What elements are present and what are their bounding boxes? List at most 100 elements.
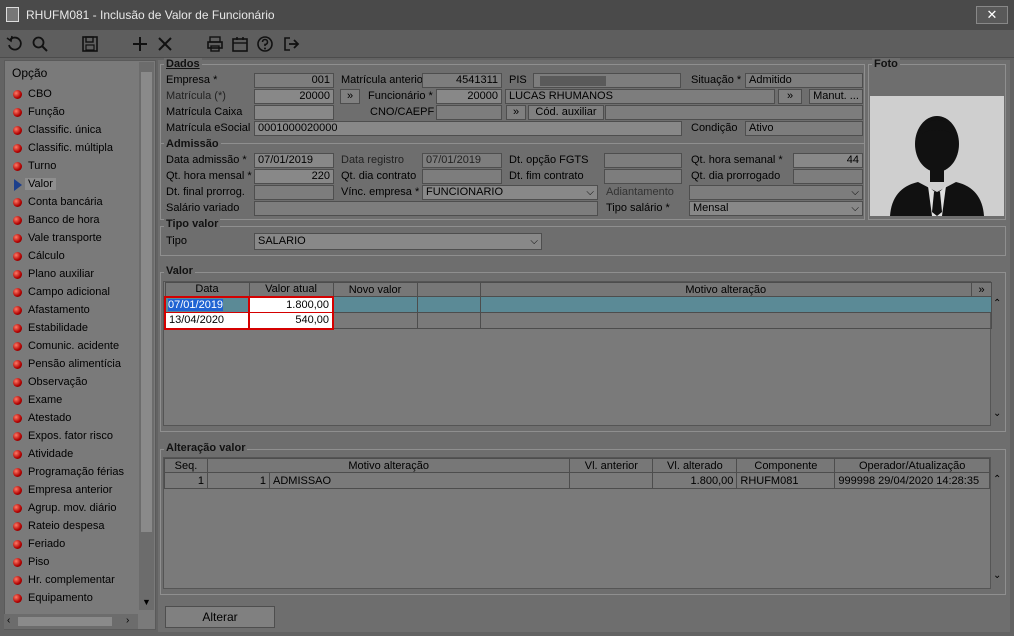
funcionario-name-field[interactable]: LUCAS RHUMANOS: [505, 89, 775, 104]
scroll-up-icon[interactable]: ⌃: [993, 298, 1001, 309]
col-vl-anterior[interactable]: Vl. anterior: [569, 458, 654, 473]
search-icon[interactable]: [30, 34, 50, 54]
sidebar-item-label: Pensão alimentícia: [28, 358, 121, 370]
scroll-right-icon[interactable]: ›: [126, 615, 129, 626]
cno-lookup-button[interactable]: »: [506, 105, 526, 120]
chevron-down-icon[interactable]: ⌵: [851, 202, 859, 215]
scroll-left-icon[interactable]: ‹: [7, 615, 10, 626]
cell-novo-valor[interactable]: [332, 296, 418, 313]
cell-data[interactable]: 13/04/2020: [164, 312, 250, 330]
cell-motivo[interactable]: ADMISSAO: [268, 472, 571, 489]
valor-grid-scrollbar[interactable]: ⌃ ⌄: [991, 296, 1005, 426]
cell-novo-valor[interactable]: [332, 312, 418, 329]
manut-button[interactable]: Manut. ...: [809, 89, 863, 104]
pis-field[interactable]: [533, 73, 681, 88]
situacao-field[interactable]: Admitido: [745, 73, 863, 88]
matricula-lookup-button[interactable]: »: [340, 89, 360, 104]
tipo-value: SALARIO: [258, 235, 306, 247]
cod-auxiliar-field[interactable]: [605, 105, 863, 120]
adiantamento-label: Adiantamento: [606, 186, 674, 198]
dt-opcao-fgts-field[interactable]: [604, 153, 682, 168]
toolbar: [0, 30, 1014, 58]
tipo-select[interactable]: SALARIO ⌵: [254, 233, 542, 250]
alteracao-grid-scrollbar[interactable]: ⌃ ⌄: [991, 472, 1005, 590]
cancel-icon[interactable]: [155, 34, 175, 54]
qt-hora-mensal-field[interactable]: 220: [254, 169, 334, 184]
cell-vl-alterado[interactable]: 1.800,00: [652, 472, 738, 489]
scrollbar-thumb[interactable]: [141, 72, 152, 532]
sidebar-item-label: Observação: [28, 376, 88, 388]
print-icon[interactable]: [205, 34, 225, 54]
col-operador[interactable]: Operador/Atualização: [834, 458, 990, 473]
close-button[interactable]: ✕: [976, 6, 1008, 24]
cell-valor-atual[interactable]: 1.800,00: [248, 295, 334, 313]
calendar-icon[interactable]: [230, 34, 250, 54]
matricula-field[interactable]: 20000: [254, 89, 334, 104]
cell-operador[interactable]: 999998 29/04/2020 14:28:35: [834, 472, 990, 489]
empresa-field[interactable]: 001: [254, 73, 334, 88]
cell-motivo[interactable]: [479, 296, 992, 313]
qt-dia-contrato-field[interactable]: [422, 169, 502, 184]
col-vl-alterado[interactable]: Vl. alterado: [652, 458, 738, 473]
col-novo-valor[interactable]: Novo valor: [332, 282, 418, 297]
vinc-empresa-label: Vínc. empresa *: [341, 186, 420, 198]
col-seq[interactable]: Seq.: [164, 458, 208, 473]
more-columns-button[interactable]: »: [971, 282, 992, 297]
add-icon[interactable]: [130, 34, 150, 54]
chevron-down-icon[interactable]: ⌵: [530, 234, 538, 249]
matricula-esocial-field[interactable]: 0001000020000: [254, 121, 682, 136]
col-motivo[interactable]: Motivo alteração: [479, 282, 972, 297]
sidebar-item-label: Comunic. acidente: [28, 340, 120, 352]
scrollbar-thumb[interactable]: [18, 617, 112, 626]
col-motivo[interactable]: Motivo alteração: [206, 458, 571, 473]
alterar-button[interactable]: Alterar: [165, 606, 275, 628]
sidebar-horizontal-scrollbar[interactable]: ‹ ›: [4, 614, 138, 629]
table-row[interactable]: 07/01/2019 1.800,00: [164, 295, 992, 313]
chevron-down-icon[interactable]: ⌵: [586, 186, 594, 199]
help-icon[interactable]: [255, 34, 275, 54]
cell-motivo-cod[interactable]: 1: [207, 472, 270, 489]
scroll-up-icon[interactable]: ⌃: [993, 474, 1001, 485]
table-row[interactable]: 1 1 ADMISSAO 1.800,00 RHUFM081 999998 29…: [164, 472, 990, 489]
cell-data[interactable]: 07/01/2019: [164, 295, 250, 313]
red-bullet-icon: [13, 216, 22, 225]
cell-componente[interactable]: RHUFM081: [736, 472, 836, 489]
qt-dia-prorrogado-field[interactable]: [793, 169, 863, 184]
dt-final-prorrog-field[interactable]: [254, 185, 334, 200]
col-data[interactable]: Data: [164, 282, 250, 297]
table-row[interactable]: 13/04/2020 540,00: [164, 312, 992, 330]
col-componente[interactable]: Componente: [736, 458, 836, 473]
adiantamento-select[interactable]: ⌵: [689, 185, 863, 200]
red-bullet-icon: [13, 144, 22, 153]
qt-hora-semanal-field[interactable]: 44: [793, 153, 863, 168]
matricula-anterior-field[interactable]: 4541311: [422, 73, 502, 88]
refresh-icon[interactable]: [5, 34, 25, 54]
scroll-down-icon[interactable]: ⌄: [993, 408, 1001, 419]
condicao-field[interactable]: Ativo: [745, 121, 863, 136]
cell-seq[interactable]: 1: [164, 472, 208, 489]
cell-vl-anterior[interactable]: [569, 472, 654, 489]
cell-valor-atual[interactable]: 540,00: [248, 312, 334, 330]
save-icon[interactable]: [80, 34, 100, 54]
qt-dia-prorrogado-label: Qt. dia prorrogado: [691, 170, 781, 182]
sidebar-vertical-scrollbar[interactable]: ▼: [139, 62, 154, 610]
funcionario-id-field[interactable]: 20000: [436, 89, 502, 104]
dt-admissao-field[interactable]: 07/01/2019: [254, 153, 334, 168]
scroll-down-icon[interactable]: ▼: [142, 597, 151, 607]
chevron-down-icon[interactable]: ⌵: [851, 186, 859, 199]
vinc-empresa-select[interactable]: FUNCIONARIO ⌵: [422, 185, 598, 200]
dt-registro-field[interactable]: 07/01/2019: [422, 153, 502, 168]
scroll-down-icon[interactable]: ⌄: [993, 570, 1001, 581]
exit-icon[interactable]: [281, 34, 301, 54]
matricula-caixa-field[interactable]: [254, 105, 334, 120]
dt-fim-contrato-field[interactable]: [604, 169, 682, 184]
atualizacao-value: 29/04/2020 14:28:35: [878, 474, 980, 487]
salario-variado-field[interactable]: [254, 201, 598, 216]
funcionario-lookup-button[interactable]: »: [778, 89, 802, 104]
tipo-salario-select[interactable]: Mensal ⌵: [689, 201, 863, 216]
cno-field[interactable]: [436, 105, 502, 120]
app-icon: [6, 7, 19, 22]
cell-motivo[interactable]: [479, 312, 992, 329]
cod-auxiliar-button[interactable]: Cód. auxiliar: [528, 105, 604, 120]
col-valor-atual[interactable]: Valor atual: [248, 282, 334, 297]
